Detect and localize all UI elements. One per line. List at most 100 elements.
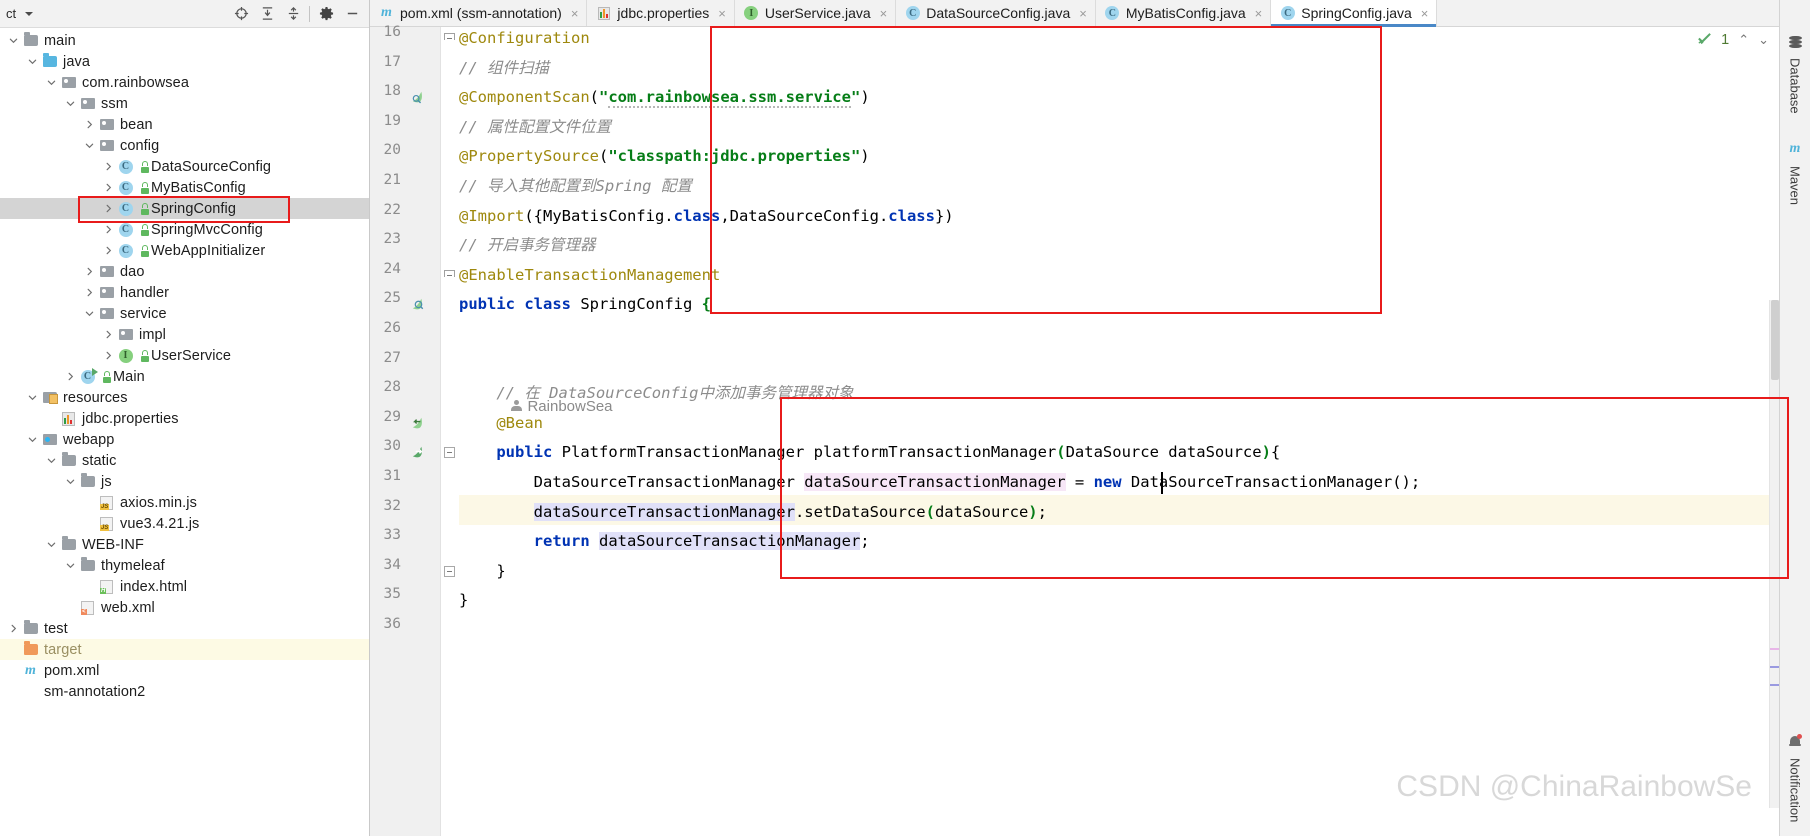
tree-item-webapp[interactable]: webapp bbox=[0, 429, 369, 450]
tree-item-web-xml[interactable]: < web.xml bbox=[0, 597, 369, 618]
tree-item-test[interactable]: test bbox=[0, 618, 369, 639]
gutter-marker-icon[interactable] bbox=[410, 414, 428, 432]
tree-item-main[interactable]: main bbox=[0, 30, 369, 51]
code-line-22[interactable]: @Import({MyBatisConfig.class,DataSourceC… bbox=[459, 202, 954, 232]
collapse-all-icon[interactable] bbox=[280, 2, 306, 26]
next-problem-icon[interactable]: ⌄ bbox=[1758, 32, 1769, 48]
tree-expand-arrow[interactable] bbox=[6, 30, 21, 51]
tree-expand-arrow[interactable] bbox=[82, 261, 97, 282]
gutter-marker-icon[interactable] bbox=[410, 88, 428, 106]
code-line-23[interactable]: // 开启事务管理器 bbox=[459, 231, 596, 261]
expand-all-icon[interactable] bbox=[254, 2, 280, 26]
tree-expand-arrow[interactable] bbox=[25, 51, 40, 72]
code-line-32[interactable]: dataSourceTransactionManager.setDataSour… bbox=[459, 498, 1047, 528]
code-line-21[interactable]: // 导入其他配置到Spring 配置 bbox=[459, 172, 692, 202]
tree-item-impl[interactable]: impl bbox=[0, 324, 369, 345]
code-line-17[interactable]: // 组件扫描 bbox=[459, 54, 549, 84]
tree-item-handler[interactable]: handler bbox=[0, 282, 369, 303]
tree-expand-arrow[interactable] bbox=[63, 597, 78, 618]
tree-expand-arrow[interactable] bbox=[101, 219, 116, 240]
editor-markup-scrollbar[interactable] bbox=[1769, 300, 1780, 808]
inspection-widget[interactable]: 1 ⌃ ⌄ bbox=[1697, 31, 1769, 49]
tree-item-com-rainbowsea[interactable]: com.rainbowsea bbox=[0, 72, 369, 93]
code-line-19[interactable]: // 属性配置文件位置 bbox=[459, 113, 611, 143]
tree-item-userservice[interactable]: I UserService bbox=[0, 345, 369, 366]
tree-expand-arrow[interactable] bbox=[25, 387, 40, 408]
tree-item-config[interactable]: config bbox=[0, 135, 369, 156]
tree-expand-arrow[interactable] bbox=[82, 576, 97, 597]
code-folding-gutter[interactable] bbox=[441, 27, 459, 836]
tab-close-icon[interactable]: × bbox=[1079, 6, 1087, 21]
code-line-33[interactable]: return dataSourceTransactionManager; bbox=[459, 527, 870, 557]
tree-expand-arrow[interactable] bbox=[63, 555, 78, 576]
tree-expand-arrow[interactable] bbox=[101, 240, 116, 261]
line-number-gutter[interactable]: 16 17 18 19 20 21 22 23 24 25 26 27 28 29 30 31 32 33 34 35… bbox=[370, 24, 441, 836]
tab-close-icon[interactable]: × bbox=[571, 6, 579, 21]
tree-item-dao[interactable]: dao bbox=[0, 261, 369, 282]
tree-item-bean[interactable]: bean bbox=[0, 114, 369, 135]
code-line-25[interactable]: public class SpringConfig { bbox=[459, 290, 711, 320]
tree-expand-arrow[interactable] bbox=[82, 282, 97, 303]
code-line-24[interactable]: @EnableTransactionManagement bbox=[459, 261, 720, 291]
tree-expand-arrow[interactable] bbox=[82, 492, 97, 513]
tab-close-icon[interactable]: × bbox=[1255, 6, 1263, 21]
sidebar-item-database[interactable]: Database bbox=[1788, 49, 1803, 123]
code-line-16[interactable]: @Configuration bbox=[459, 27, 590, 54]
tree-item-target[interactable]: target bbox=[0, 639, 369, 660]
project-dropdown-icon[interactable] bbox=[16, 2, 42, 26]
tree-item-java[interactable]: java bbox=[0, 51, 369, 72]
tree-expand-arrow[interactable] bbox=[101, 198, 116, 219]
code-line-31[interactable]: DataSourceTransactionManager dataSourceT… bbox=[459, 468, 1420, 498]
fold-marker[interactable] bbox=[444, 33, 455, 40]
tree-expand-arrow[interactable] bbox=[101, 156, 116, 177]
tree-item-datasourceconfig[interactable]: C DataSourceConfig bbox=[0, 156, 369, 177]
editor-tab-jdbc-properties[interactable]: jdbc.properties × bbox=[587, 0, 735, 26]
tree-item-springconfig[interactable]: C SpringConfig bbox=[0, 198, 369, 219]
gutter-marker-icon[interactable] bbox=[410, 443, 428, 461]
code-line-18[interactable]: @ComponentScan("com.rainbowsea.ssm.servi… bbox=[459, 83, 870, 113]
tree-expand-arrow[interactable] bbox=[82, 114, 97, 135]
editor-tab-pom-xml-ssm-annotation-[interactable]: m pom.xml (ssm-annotation) × bbox=[370, 0, 588, 26]
editor-tab-mybatisconfig-java[interactable]: C MyBatisConfig.java × bbox=[1095, 0, 1272, 26]
tree-expand-arrow[interactable] bbox=[63, 471, 78, 492]
tree-expand-arrow[interactable] bbox=[6, 639, 21, 660]
tree-expand-arrow[interactable] bbox=[44, 534, 59, 555]
prev-problem-icon[interactable]: ⌃ bbox=[1738, 32, 1749, 48]
tree-item-vue3-4-21-js[interactable]: JS vue3.4.21.js bbox=[0, 513, 369, 534]
project-file-tree[interactable]: main java com.rainbowsea ssm bean config C Data… bbox=[0, 28, 369, 836]
scrollbar-thumb[interactable] bbox=[1771, 300, 1779, 380]
gutter-marker-icon[interactable] bbox=[410, 295, 428, 313]
tree-expand-arrow[interactable] bbox=[101, 177, 116, 198]
tree-expand-arrow[interactable] bbox=[6, 618, 21, 639]
tree-item-main[interactable]: C Main bbox=[0, 366, 369, 387]
sidebar-item-maven[interactable]: Maven bbox=[1788, 157, 1803, 214]
tree-item-axios-min-js[interactable]: JS axios.min.js bbox=[0, 492, 369, 513]
tree-expand-arrow[interactable] bbox=[82, 513, 97, 534]
tree-item-index-html[interactable]: Hindex.html bbox=[0, 576, 369, 597]
tree-expand-arrow[interactable] bbox=[6, 681, 21, 702]
tree-expand-arrow[interactable] bbox=[44, 408, 59, 429]
tree-item-springmvcconfig[interactable]: C SpringMvcConfig bbox=[0, 219, 369, 240]
tree-item-ssm[interactable]: ssm bbox=[0, 93, 369, 114]
sidebar-item-notification[interactable]: Notification bbox=[1788, 749, 1803, 836]
tree-item-static[interactable]: static bbox=[0, 450, 369, 471]
tree-expand-arrow[interactable] bbox=[63, 93, 78, 114]
locate-icon[interactable] bbox=[228, 2, 254, 26]
tree-expand-arrow[interactable] bbox=[101, 324, 116, 345]
code-text[interactable]: @Configuration// 组件扫描 @ComponentScan("com… bbox=[459, 27, 1779, 836]
tree-item-webappinitializer[interactable]: C WebAppInitializer bbox=[0, 240, 369, 261]
tree-expand-arrow[interactable] bbox=[82, 303, 97, 324]
tree-item-js[interactable]: js bbox=[0, 471, 369, 492]
tree-item-web-inf[interactable]: WEB-INF bbox=[0, 534, 369, 555]
editor-tab-springconfig-java[interactable]: C SpringConfig.java × bbox=[1271, 0, 1438, 27]
tree-item-mybatisconfig[interactable]: C MyBatisConfig bbox=[0, 177, 369, 198]
tree-expand-arrow[interactable] bbox=[101, 345, 116, 366]
code-line-30[interactable]: public PlatformTransactionManager platfo… bbox=[459, 438, 1280, 468]
tree-item-pom-xml[interactable]: m pom.xml bbox=[0, 660, 369, 681]
editor-tab-datasourceconfig-java[interactable]: C DataSourceConfig.java × bbox=[896, 0, 1096, 26]
editor-tab-userservice-java[interactable]: I UserService.java × bbox=[734, 0, 897, 26]
tab-close-icon[interactable]: × bbox=[1421, 6, 1429, 21]
tree-expand-arrow[interactable] bbox=[63, 366, 78, 387]
fold-marker[interactable] bbox=[444, 565, 455, 577]
tree-item-sm-annotation2[interactable]: sm-annotation2 bbox=[0, 681, 369, 702]
